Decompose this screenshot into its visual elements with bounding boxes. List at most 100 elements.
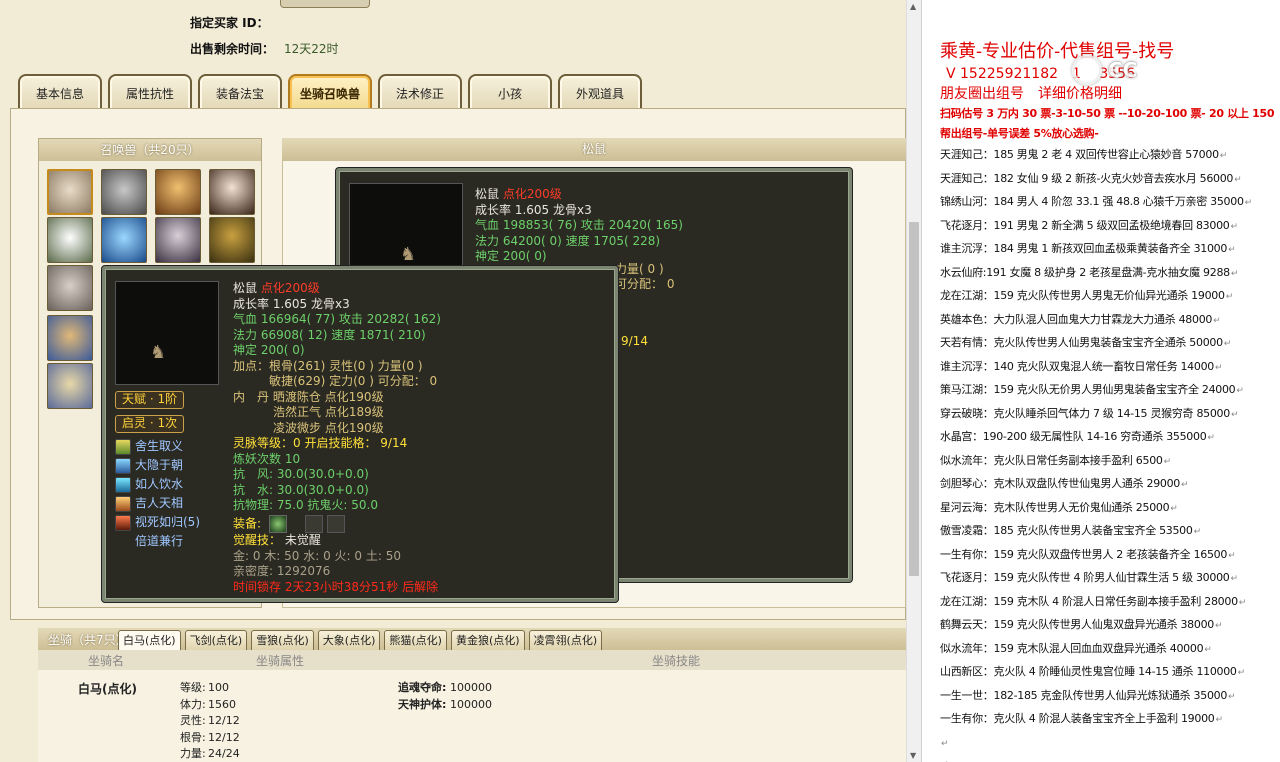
pet-avatar[interactable] <box>101 217 147 263</box>
tab-spell-mods[interactable]: 法术修正 <box>378 74 462 110</box>
equip-slot-icon[interactable] <box>268 515 287 533</box>
doc-line-text: 水晶宫：190-200 级无属性队 14-16 穷奇通杀 355000 <box>940 430 1207 443</box>
paragraph-mark-icon: ↵ <box>1230 409 1239 420</box>
skill-label: 大隐于朝 <box>135 457 184 472</box>
doc-line-text: 剑胆琴心：克木队双盘队传世仙鬼男人通杀 29000 <box>940 477 1180 490</box>
mount-section-title: 坐骑（共7只） <box>48 633 128 647</box>
paragraph-mark-icon: ↵ <box>1228 691 1236 702</box>
tt-footer: 觉醒技： 未觉醒 金: 0 木: 50 水: 0 火: 0 土: 50 亲密度:… <box>233 533 438 595</box>
pet-name: 松鼠 <box>233 281 258 295</box>
doc-line: 一生有你：159 克火队双盘传世男人 2 老孩装备齐全 16500↵ <box>940 544 1280 568</box>
awaken-label: 觉醒技： <box>233 533 282 547</box>
mount-tab[interactable]: 大象(点化) <box>317 630 381 650</box>
skill-item[interactable]: 如人饮水 <box>115 475 200 494</box>
paragraph-mark-icon: ↵ <box>1207 433 1215 443</box>
document-content: 乘黄-专业估价-代售组号-找号 V 15225921182 1 3556 朋友圈… <box>940 40 1280 762</box>
tab-attributes[interactable]: 属性抗性 <box>108 74 192 110</box>
pet-spirit: 神定 200( 0) <box>233 343 305 357</box>
pet-avatar[interactable] <box>47 169 93 215</box>
doc-price-1: 扫码估号 3 万内 30 票-3-10-50 票 --10-20-100 票- … <box>940 107 1275 120</box>
skill-icon <box>115 476 131 493</box>
pet-hp-atk: 气血 198853( 76) 攻击 20420( 165) <box>475 218 683 232</box>
col-mount-attr: 坐骑属性 <box>255 653 304 668</box>
skill-icon <box>115 534 131 550</box>
equip-slot-icon[interactable] <box>304 515 323 533</box>
pet-avatar[interactable] <box>47 265 93 311</box>
awaken-value: 未觉醒 <box>284 533 321 547</box>
pet-avatar[interactable] <box>101 169 147 215</box>
empty-paragraph: ↵ <box>940 753 1280 762</box>
mount-tab[interactable]: 黄金狼(点化) <box>450 630 525 650</box>
tab-appearance[interactable]: 外观道具 <box>558 74 642 110</box>
pet-dan-2: 浩然正气 点化189级 <box>273 405 384 419</box>
doc-line-text: 似水流年：克火队日常任务副本接手盈利 6500 <box>940 453 1163 467</box>
scroll-up-icon[interactable]: ▲ <box>910 2 916 11</box>
paragraph-mark-icon: ↵ <box>1225 292 1234 302</box>
paragraph-mark-icon: ↵ <box>1230 268 1239 279</box>
skill-item[interactable]: 吉人天相 <box>115 494 200 513</box>
scroll-down-icon[interactable]: ▼ <box>910 751 916 760</box>
detail-tabs: 基本信息 属性抗性 装备法宝 坐骑召唤兽 法术修正 小孩 外观道具 <box>18 74 642 110</box>
top-button[interactable] <box>280 0 370 8</box>
back-points: 力量( 0 ) <box>615 262 664 276</box>
pet-avatar[interactable] <box>155 169 201 215</box>
mount-skill-list: 追魂夺命: 100000 天神护体: 100000 <box>398 680 492 713</box>
doc-line-text: 水云仙府:191 女魔 8 级护身 2 老孩星盘满-克水抽女魔 9288 <box>940 265 1230 279</box>
doc-line-text: 英雄本色：大力队混人回血鬼大力甘霖龙大力通杀 48000 <box>940 312 1213 326</box>
tab-basic-info[interactable]: 基本信息 <box>18 74 102 110</box>
awaken-badge: 启灵 · 1次 <box>115 415 185 433</box>
attr-key: 力量: <box>180 747 206 760</box>
tab-mount-pets[interactable]: 坐骑召唤兽 <box>288 74 372 110</box>
doc-line: 一生一世：182-185 克金队传世男人仙异光炼狱通杀 35000↵ <box>940 685 1280 709</box>
doc-line: 傲雪凌霜：185 克火队传世男人装备宝宝齐全 53500↵ <box>940 520 1280 544</box>
mount-tab[interactable]: 熊猫(点化) <box>384 630 447 650</box>
pet-avatar[interactable] <box>47 217 93 263</box>
skill-item[interactable]: 视死如归(5) <box>115 513 200 532</box>
mount-tab[interactable]: 凌霄翎(点化) <box>528 630 603 650</box>
scroll-thumb[interactable] <box>909 222 919 576</box>
pet-detail-title: 松鼠 <box>282 138 906 160</box>
doc-line-text: 星河云海：克木队传世男人无价鬼仙通杀 25000 <box>940 500 1170 514</box>
mount-name: 白马(点化) <box>78 682 137 696</box>
skill-item[interactable]: 舍生取义 <box>115 437 200 456</box>
pet-tag: 点化200级 <box>502 187 562 201</box>
skill-item[interactable]: 倍道兼行 <box>115 532 200 551</box>
doc-line-text: 似水流年：159 克木队混人回血血双盘异光通杀 40000 <box>940 641 1204 655</box>
doc-line-text: 傲雪凌霜：185 克火队传世男人装备宝宝齐全 53500 <box>940 524 1193 537</box>
squirrel-icon: ♞ <box>150 342 167 363</box>
mount-tab[interactable]: 雪狼(点化) <box>251 630 314 650</box>
doc-line: 水云仙府:191 女魔 8 级护身 2 老孩星盘满-克水抽女魔 9288↵ <box>940 262 1280 286</box>
mount-tab[interactable]: 白马(点化) <box>118 630 181 650</box>
skill-icon <box>115 495 131 512</box>
pet-soul-grade: 灵脉等级：0 开启技能格： 9/14 <box>233 436 408 450</box>
vertical-scrollbar[interactable]: ▲ ▼ <box>906 0 921 762</box>
pet-mp-spd: 法力 66908( 12) 速度 1871( 210) <box>233 327 426 342</box>
pet-growth: 成长率 1.605 龙骨x3 <box>475 202 592 217</box>
skill-item[interactable]: 大隐于朝 <box>115 456 200 475</box>
doc-line-text: 天涯知己：185 男鬼 2 老 4 双回传世容止心猿妙音 57000 <box>940 148 1219 161</box>
pet-res-phys: 抗物理: 75.0 抗鬼火: 50.0 <box>233 498 378 512</box>
pet-avatar[interactable] <box>209 169 255 215</box>
back-tt-lines: 松鼠 点化200级 成长率 1.605 龙骨x3 气血 198853( 76) … <box>475 187 683 265</box>
doc-line: 似水流年：159 克木队混人回血血双盘异光通杀 40000↵ <box>940 638 1280 662</box>
pet-avatar[interactable] <box>209 217 255 263</box>
paragraph-mark-icon: ↵ <box>1230 221 1238 232</box>
watermark-logo-icon: CC <box>1108 58 1138 82</box>
pet-avatar[interactable] <box>155 217 201 263</box>
paragraph-mark-icon: ↵ <box>1228 550 1236 561</box>
skill-label: 吉人天相 <box>135 495 184 510</box>
tab-equipment[interactable]: 装备法宝 <box>198 74 282 110</box>
pet-avatar[interactable] <box>47 363 93 409</box>
doc-line: 天涯知己：182 女仙 9 级 2 新孩-火克火妙音去疾水月 56000↵ <box>940 168 1280 192</box>
mount-table-body: 白马(点化) 等级: 100 体力: 1560 灵性: 12/12 根骨: 12/12 … <box>38 670 906 762</box>
doc-line-text: 一生有你：159 克火队双盘传世男人 2 老孩装备齐全 16500 <box>940 547 1228 561</box>
doc-line: 星河云海：克木队传世男人无价鬼仙通杀 25000↵ <box>940 497 1280 521</box>
equip-slot-icon[interactable] <box>326 515 345 533</box>
pet-avatar[interactable] <box>47 315 93 361</box>
mount-tab[interactable]: 飞剑(点化) <box>184 630 248 650</box>
skill-key: 天神护体: <box>398 697 447 711</box>
mount-attr-list: 等级: 100 体力: 1560 灵性: 12/12 根骨: 12/12 力量: 24/2… <box>180 680 240 762</box>
doc-line-text: 策马江湖：159 克火队无价男人男仙男鬼装备宝宝齐全 24000 <box>940 383 1236 396</box>
skill-value: 100000 <box>450 681 492 694</box>
tab-child[interactable]: 小孩 <box>468 74 552 110</box>
